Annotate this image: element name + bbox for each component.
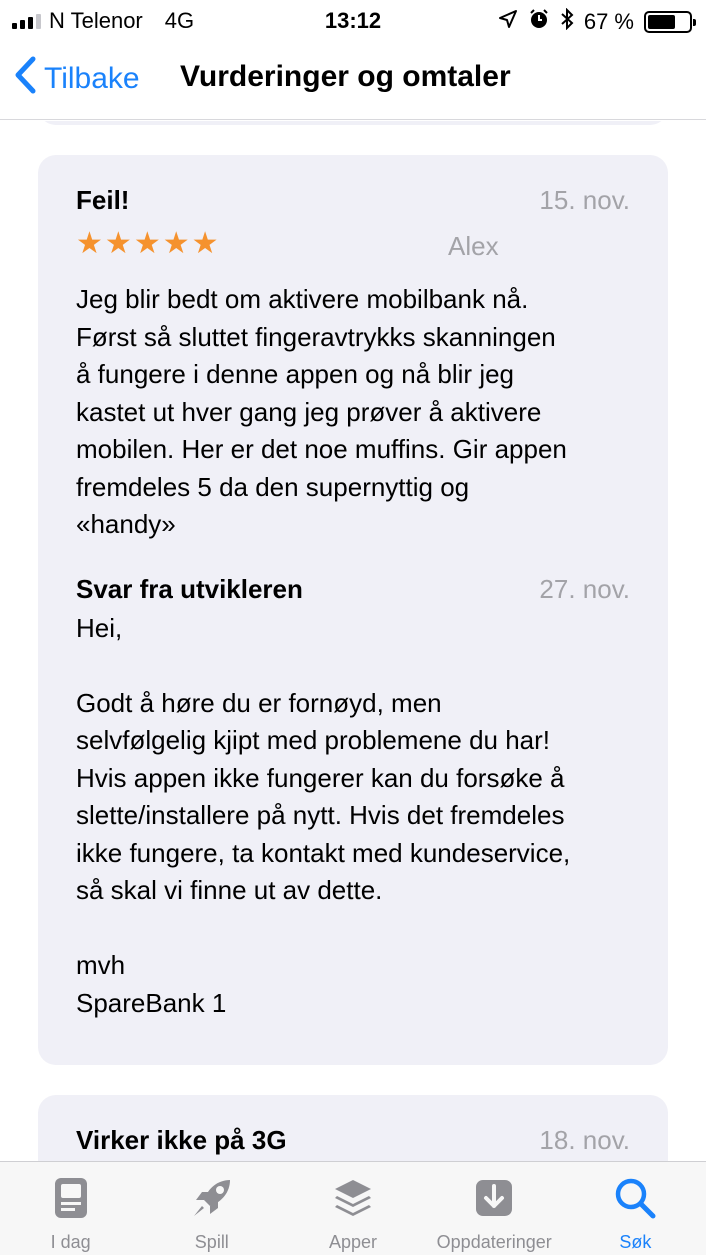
- star-icon: ★: [162, 227, 190, 260]
- review-card[interactable]: Feil! 15. nov. ★ ★ ★ ★ ★ Alex Jeg blir b…: [38, 155, 668, 1065]
- star-icon: ★: [104, 227, 132, 260]
- tab-label: Oppdateringer: [436, 1232, 552, 1252]
- back-button-label: Tilbake: [44, 62, 140, 95]
- download-icon: [472, 1176, 516, 1220]
- developer-response-title: Svar fra utvikleren: [76, 573, 303, 604]
- tab-search[interactable]: Søk: [565, 1162, 706, 1255]
- tab-label: Apper: [328, 1232, 378, 1252]
- review-date: 18. nov.: [539, 1125, 630, 1155]
- back-button[interactable]: Tilbake: [14, 56, 140, 102]
- today-icon: [49, 1176, 93, 1220]
- battery-percent: 67 %: [583, 9, 634, 34]
- search-icon: [613, 1176, 657, 1220]
- navigation-bar: Tilbake Vurderinger og omtaler: [0, 42, 706, 120]
- star-rating: ★ ★ ★ ★ ★: [76, 229, 219, 259]
- tab-label: Søk: [619, 1232, 652, 1252]
- page-title: Vurderinger og omtaler: [180, 60, 511, 93]
- tab-today[interactable]: I dag: [0, 1162, 141, 1255]
- review-date: 15. nov.: [539, 185, 630, 215]
- battery-fill: [648, 15, 675, 29]
- tab-label: Spill: [194, 1232, 229, 1252]
- bluetooth-icon: [560, 7, 574, 36]
- rocket-icon: [190, 1176, 234, 1220]
- status-bar: N Telenor 4G 13:12 67 %: [0, 0, 706, 40]
- review-body: Jeg blir bedt om aktivere mobilbank nå. …: [76, 284, 567, 539]
- previous-review-card: [38, 121, 668, 125]
- status-right: 67 %: [498, 7, 696, 36]
- alarm-icon: [528, 8, 550, 36]
- tab-bar: I dag Spill Apper Oppdateringer Søk: [0, 1161, 706, 1255]
- battery-icon: [644, 11, 696, 33]
- star-icon: ★: [133, 227, 161, 260]
- reviews-list[interactable]: Feil! 15. nov. ★ ★ ★ ★ ★ Alex Jeg blir b…: [0, 121, 706, 1161]
- layers-icon: [331, 1176, 375, 1220]
- review-author: Alex: [448, 231, 499, 261]
- developer-response-body: Hei, Godt å høre du er fornøyd, men selv…: [76, 612, 571, 1018]
- review-title: Virker ikke på 3G: [76, 1125, 287, 1155]
- location-icon: [498, 9, 518, 35]
- star-icon: ★: [76, 227, 103, 260]
- tab-games[interactable]: Spill: [141, 1162, 282, 1255]
- tab-apps[interactable]: Apper: [282, 1162, 423, 1255]
- developer-response-date: 27. nov.: [539, 573, 630, 604]
- tab-label: I dag: [50, 1232, 91, 1252]
- chevron-left-icon: [14, 56, 36, 102]
- review-card[interactable]: Virker ikke på 3G 18. nov.: [38, 1095, 668, 1161]
- star-icon: ★: [191, 227, 219, 260]
- review-title: Feil!: [76, 185, 130, 215]
- tab-updates[interactable]: Oppdateringer: [424, 1162, 565, 1255]
